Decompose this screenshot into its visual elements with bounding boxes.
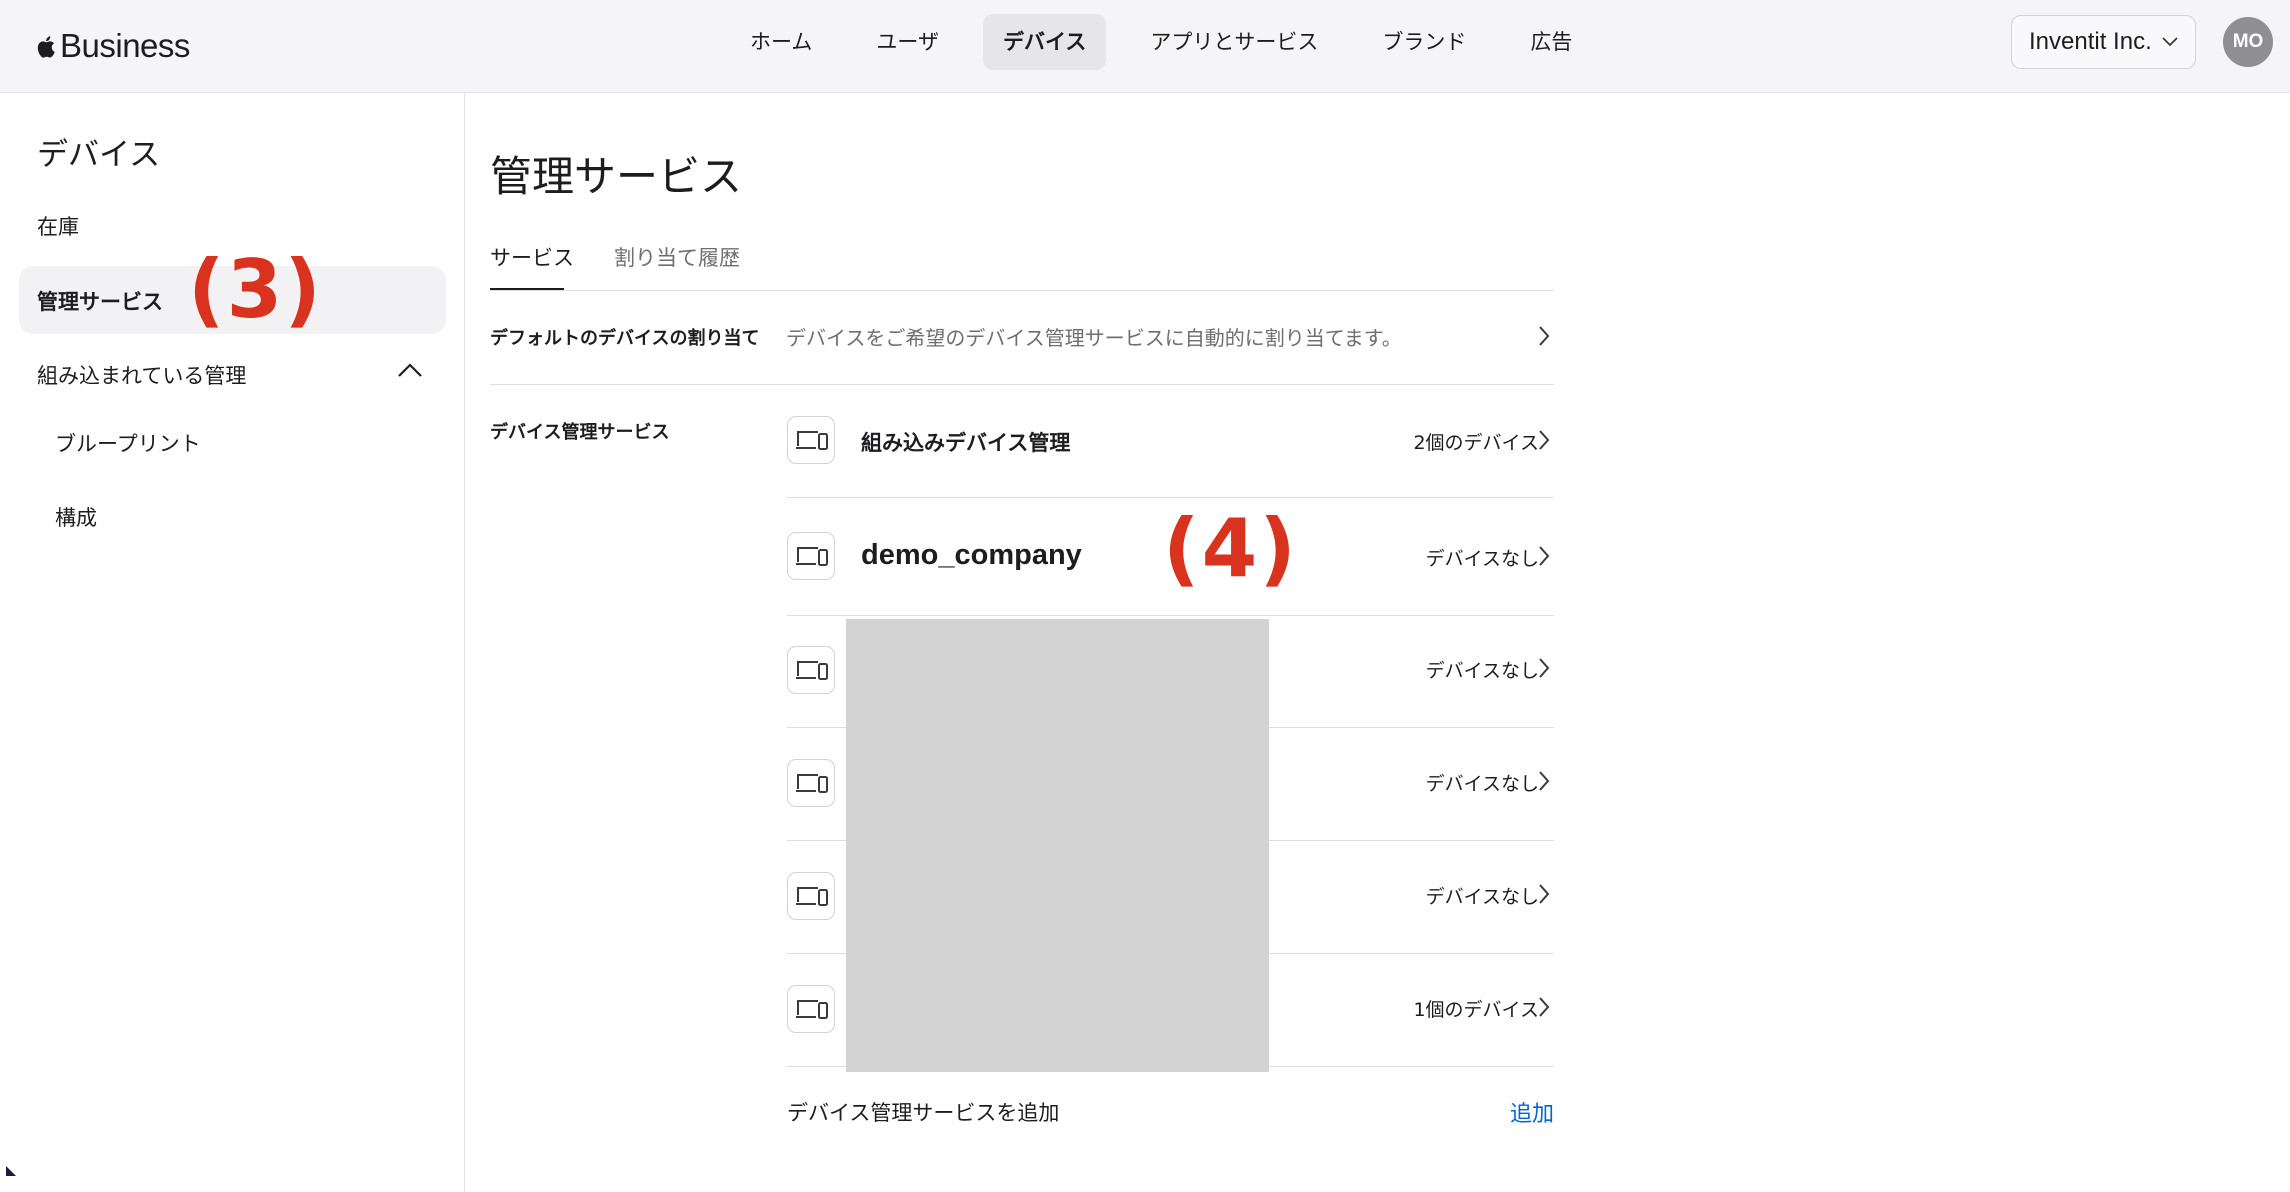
laptop-phone-icon [796,774,828,793]
chevron-right-icon [1539,326,1550,346]
device-icon-box [787,985,835,1033]
device-icon-box [787,646,835,694]
chevron-right-icon [1539,997,1550,1017]
sidebar-item-built-in-management[interactable]: 組み込まれている管理 [37,360,246,390]
chevron-up-icon[interactable] [397,361,423,379]
service-device-count: デバイスなし [1425,660,1539,682]
chevron-right-icon [1539,658,1550,678]
mdm-section-label: デバイス管理サービス [490,422,670,443]
sidebar-item-management-services-label: 管理サービス [37,290,163,314]
divider [490,384,1554,385]
service-name: 組み込みデバイス管理 [861,431,1071,455]
add-service-button[interactable]: 追加 [1510,1096,1554,1128]
annotation-step-3: (3) [188,243,323,336]
device-icon-box [787,416,835,464]
chevron-right-icon [1539,771,1550,791]
add-mdm-service-label: デバイス管理サービスを追加 [787,1101,1060,1125]
sidebar-title: デバイス [37,137,161,173]
nav-item-ads[interactable]: 広告 [1510,14,1592,70]
sidebar-item-blueprints[interactable]: ブループリント [55,428,201,458]
nav-item-users[interactable]: ユーザ [856,14,959,70]
nav-item-brand[interactable]: ブランド [1362,14,1486,70]
laptop-phone-icon [796,547,828,566]
tab-services[interactable]: サービス [490,242,574,272]
default-assignment-label: デフォルトのデバイスの割り当て [490,328,760,349]
service-name: demo_company [861,539,1082,571]
top-navigation-bar: Business ホーム ユーザ デバイス アプリとサービス ブランド 広告 I… [0,0,2290,93]
tab-assignment-history[interactable]: 割り当て履歴 [614,242,740,272]
page-title: 管理サービス [490,152,743,201]
service-device-count: 2個のデバイス [1413,432,1539,454]
device-icon-box [787,872,835,920]
user-avatar[interactable]: MO [2223,17,2273,67]
chevron-right-icon [1539,546,1550,566]
main-nav: ホーム ユーザ デバイス アプリとサービス ブランド 広告 [730,14,1616,70]
organization-selector[interactable]: Inventit Inc. [2011,15,2196,69]
default-assignment-description: デバイスをご希望のデバイス管理サービスに自動的に割り当てます。 [786,326,1402,350]
nav-item-apps-services[interactable]: アプリとサービス [1130,14,1338,70]
brand-logo[interactable]: Business [36,24,190,68]
divider [490,290,1554,291]
divider [787,615,1554,616]
laptop-phone-icon [796,661,828,680]
laptop-phone-icon [796,1000,828,1019]
chevron-down-icon [2162,37,2178,47]
nav-item-devices[interactable]: デバイス [982,14,1107,70]
organization-name: Inventit Inc. [2029,28,2152,55]
sidebar: デバイス 在庫 管理サービス (3) 組み込まれている管理 ブループリント 構成 [3,93,465,1192]
apple-logo-icon [37,35,55,58]
redacted-area [846,619,1269,1072]
laptop-phone-icon [796,431,828,450]
chevron-right-icon [1539,884,1550,904]
sidebar-item-inventory[interactable]: 在庫 [37,211,79,241]
brand-name: Business [60,27,190,64]
device-icon-box [787,532,835,580]
service-device-count: デバイスなし [1425,548,1539,570]
service-device-count: 1個のデバイス [1413,999,1539,1021]
service-device-count: デバイスなし [1425,886,1539,908]
service-device-count: デバイスなし [1425,773,1539,795]
sidebar-item-configurations[interactable]: 構成 [55,502,97,532]
resize-corner-icon [6,1166,16,1176]
annotation-step-4: (4) [1163,502,1298,595]
chevron-right-icon [1539,430,1550,450]
laptop-phone-icon [796,887,828,906]
nav-item-home[interactable]: ホーム [730,14,832,70]
device-icon-box [787,759,835,807]
divider [787,497,1554,498]
